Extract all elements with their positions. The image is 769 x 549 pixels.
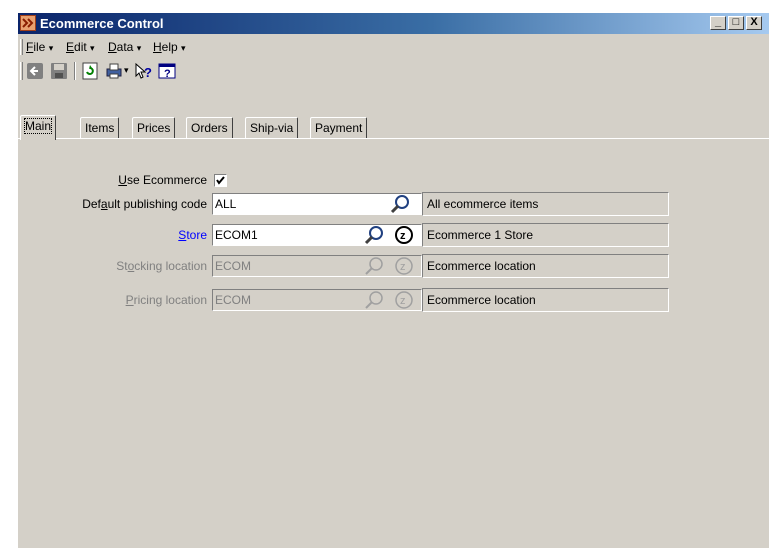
store-field[interactable]: ECOM1 [212, 224, 422, 246]
tab-payment[interactable]: Payment [310, 117, 368, 139]
default-publishing-code-label: Default publishing code [82, 197, 207, 211]
menu-data[interactable]: Data ▾ [108, 40, 141, 54]
print-dropdown-icon[interactable]: ▾ [124, 62, 132, 83]
tab-ship-via[interactable]: Ship-via [245, 117, 299, 139]
app-icon [20, 15, 36, 31]
menu-grip [20, 39, 23, 55]
pricing-location-field: ECOM [212, 289, 422, 311]
pricing-zoom-icon: z [394, 290, 414, 310]
refresh-icon[interactable] [81, 62, 99, 80]
store-zoom-icon[interactable]: z [394, 225, 414, 245]
pricing-location-label: Pricing location [125, 293, 207, 307]
stocking-location-label: Stocking location [116, 259, 207, 273]
toolbar: ▾ ? ? [18, 59, 769, 83]
toolbar-separator [74, 62, 76, 80]
tab-items[interactable]: Items [80, 117, 120, 139]
menu-file[interactable]: File ▾ [26, 40, 53, 54]
help-icon[interactable]: ? [158, 62, 176, 80]
save-icon[interactable] [50, 62, 68, 80]
menu-bar: File ▾ Edit ▾ Data ▾ Help ▾ [18, 36, 769, 58]
stocking-location-field: ECOM [212, 255, 422, 277]
store-lookup-icon[interactable] [364, 225, 384, 245]
ecommerce-control-window: Ecommerce Control _ □ X File ▾ Edit ▾ Da… [17, 12, 769, 548]
tab-main[interactable]: Main [20, 115, 57, 140]
title-bar[interactable]: Ecommerce Control _ □ X [18, 13, 769, 34]
use-ecommerce-checkbox[interactable] [214, 174, 227, 187]
use-ecommerce-label: Use Ecommerce [118, 173, 207, 187]
print-icon[interactable] [105, 62, 123, 80]
tab-prices[interactable]: Prices [132, 117, 176, 139]
menu-edit[interactable]: Edit ▾ [66, 40, 95, 54]
toolbar-grip [20, 62, 23, 80]
default-publishing-description: All ecommerce items [422, 192, 669, 216]
svg-text:?: ? [144, 65, 152, 80]
svg-text:z: z [400, 295, 406, 307]
stocking-lookup-icon [364, 256, 384, 276]
close-button[interactable]: X [746, 16, 762, 30]
pricing-location-description: Ecommerce location [422, 288, 669, 312]
default-publishing-lookup-icon[interactable] [390, 194, 410, 214]
whats-this-help-icon[interactable]: ? [134, 62, 152, 80]
stocking-zoom-icon: z [394, 256, 414, 276]
svg-text:?: ? [164, 68, 171, 80]
menu-help[interactable]: Help ▾ [153, 40, 186, 54]
stocking-location-description: Ecommerce location [422, 254, 669, 278]
tab-orders[interactable]: Orders [186, 117, 233, 139]
svg-text:z: z [400, 261, 406, 273]
pricing-lookup-icon [364, 290, 384, 310]
maximize-button[interactable]: □ [728, 16, 744, 30]
back-icon[interactable] [26, 62, 44, 80]
store-label-link[interactable]: Store [178, 228, 207, 242]
window-title: Ecommerce Control [40, 16, 164, 31]
main-tab-panel: Use Ecommerce Default publishing code AL… [18, 138, 769, 549]
minimize-button[interactable]: _ [710, 16, 726, 30]
store-description: Ecommerce 1 Store [422, 223, 669, 247]
svg-text:z: z [400, 230, 406, 242]
